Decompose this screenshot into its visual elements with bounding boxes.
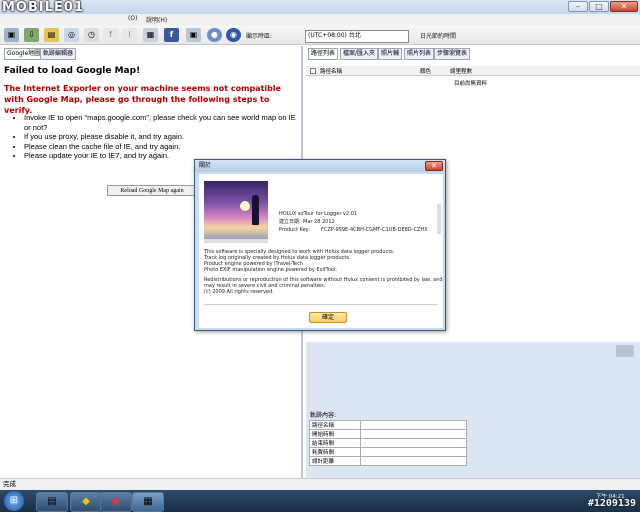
dialog-body: HOLUX ezTour for Logger v2.01 建立日期: Mar …	[199, 174, 443, 328]
status-text: 完成	[3, 480, 16, 488]
menu-bar: (O) 說明(H)	[0, 14, 640, 25]
credit-line: Photo EXIF manipulation engine powered b…	[204, 267, 337, 273]
status-bar: 完成	[0, 478, 640, 490]
route-table-header: 路徑名稱 顏色 總里程數	[306, 66, 640, 76]
dialog-close-button[interactable]: ✕	[425, 161, 443, 171]
locr-icon[interactable]: l	[122, 28, 137, 42]
build-date: Mar 28 2012	[303, 219, 335, 225]
about-dialog: 關於 ✕ HOLUX ezTour for Logger v2.01 建立日期:…	[194, 159, 446, 331]
splash-progress	[204, 239, 268, 243]
start-button[interactable]: ⊞	[4, 491, 24, 511]
satellite-icon[interactable]: ▣	[4, 28, 19, 42]
sun-icon	[240, 201, 250, 211]
table-row: 路徑名稱	[309, 420, 467, 430]
flickr-icon[interactable]: f	[103, 28, 118, 42]
map-error-title: Failed to load Google Map!	[4, 66, 141, 76]
timezone-label: 顯示時區:	[246, 33, 273, 40]
camera-icon[interactable]: ▣	[186, 28, 201, 42]
globe-icon[interactable]: ◎	[64, 28, 79, 42]
tab-step-browse[interactable]: 步驟瀏覽表	[434, 48, 471, 60]
facebook-icon[interactable]: f	[164, 28, 179, 42]
tab-track-editor[interactable]: 軌跡編輯器	[40, 48, 77, 60]
empty-list-text: 目前尚無資料	[454, 81, 488, 87]
maximize-button[interactable]: □	[589, 1, 609, 12]
tab-photo-list[interactable]: 照片列表	[404, 48, 435, 60]
google-earth-icon[interactable]: ◉	[226, 28, 241, 42]
taskbar: ⊞ ▤ ◆ ◉ ▦ 下午 04:21	[0, 490, 640, 512]
close-button[interactable]: ✕	[610, 1, 638, 12]
splash-image	[204, 181, 268, 243]
earth-icon[interactable]: ●	[207, 28, 222, 42]
ok-button[interactable]: 確定	[309, 312, 347, 323]
map-error-steps: Invoke IE to open "maps.google.com", ple…	[14, 113, 299, 161]
chrome-icon[interactable]: ◉	[100, 492, 132, 512]
title-bar: MOBILE01 – □ ✕	[0, 0, 640, 15]
app-icon[interactable]: ◆	[70, 492, 102, 512]
list-item: Please clean the cache file of IE, and t…	[24, 142, 299, 152]
explorer-icon[interactable]: ▤	[36, 492, 68, 512]
list-item: If you use proxy, please disable it, and…	[24, 132, 299, 142]
column-header-route-name[interactable]: 路徑名稱	[320, 67, 342, 75]
folder-icon[interactable]: ▤	[44, 28, 59, 42]
track-info-table: 路徑名稱 開始時間 結束時間 耗費時間 總計距離	[309, 420, 467, 466]
track-info-title: 軌跡內容:	[310, 412, 337, 419]
product-key: FCZP-9S9E-4CBH-CGMF-C1UB-DE8D-CZHX	[321, 227, 428, 233]
column-header-distance[interactable]: 總里程數	[450, 67, 472, 75]
silhouette-icon	[252, 195, 259, 225]
photo-icon[interactable]: ▦	[143, 28, 158, 42]
minimize-button[interactable]: –	[568, 1, 588, 12]
menu-item-options[interactable]: (O)	[128, 15, 137, 22]
mobile01-logo: MOBILE01	[2, 0, 84, 15]
import-icon[interactable]: ⇩	[24, 28, 39, 42]
map-error-message: The Internet Exporler on your machine se…	[4, 84, 282, 115]
product-name: HOLUX ezTour for Logger v2.01	[279, 211, 358, 217]
select-all-checkbox[interactable]	[310, 68, 316, 74]
table-row: 總計距離	[309, 456, 467, 466]
tab-google-map[interactable]: Google地圖	[4, 48, 44, 60]
clock-icon[interactable]: ◷	[84, 28, 99, 42]
table-row: 結束時間	[309, 438, 467, 448]
reload-map-button[interactable]: Reload Google Map again	[107, 185, 197, 196]
product-key-label: Product Key:	[279, 227, 310, 233]
timezone-select[interactable]: (UTC+08:00) 台北	[305, 30, 409, 43]
table-row: 耗費時間	[309, 447, 467, 457]
column-header-color[interactable]: 顏色	[420, 67, 431, 75]
daylight-label: 日光節約時間	[420, 33, 457, 40]
watermark-id: #1209139	[587, 498, 636, 509]
table-row: 開始時間	[309, 429, 467, 439]
menu-item-help[interactable]: 說明(H)	[146, 15, 167, 24]
build-date-label: 建立日期:	[279, 219, 301, 225]
tab-file-import[interactable]: 檔案/匯入夾	[340, 48, 379, 60]
scroll-handle[interactable]	[616, 345, 634, 357]
eztour-task-icon[interactable]: ▦	[132, 492, 164, 512]
list-item: Invoke IE to open "maps.google.com", ple…	[24, 113, 299, 132]
toolbar: ▣ ⇩ ▤ ◎ ◷ f l ▦ f ▣ ● ◉ 顯示時區: (UTC+08:00…	[0, 25, 640, 63]
legal-line: (c) 2009 All rights reserved.	[204, 289, 274, 295]
scrollbar[interactable]	[437, 204, 441, 234]
divider	[204, 304, 438, 305]
dialog-title: 關於	[195, 160, 445, 172]
tab-route-list[interactable]: 路徑列表	[308, 48, 339, 60]
tab-photo-aux[interactable]: 照片輔	[378, 48, 403, 60]
